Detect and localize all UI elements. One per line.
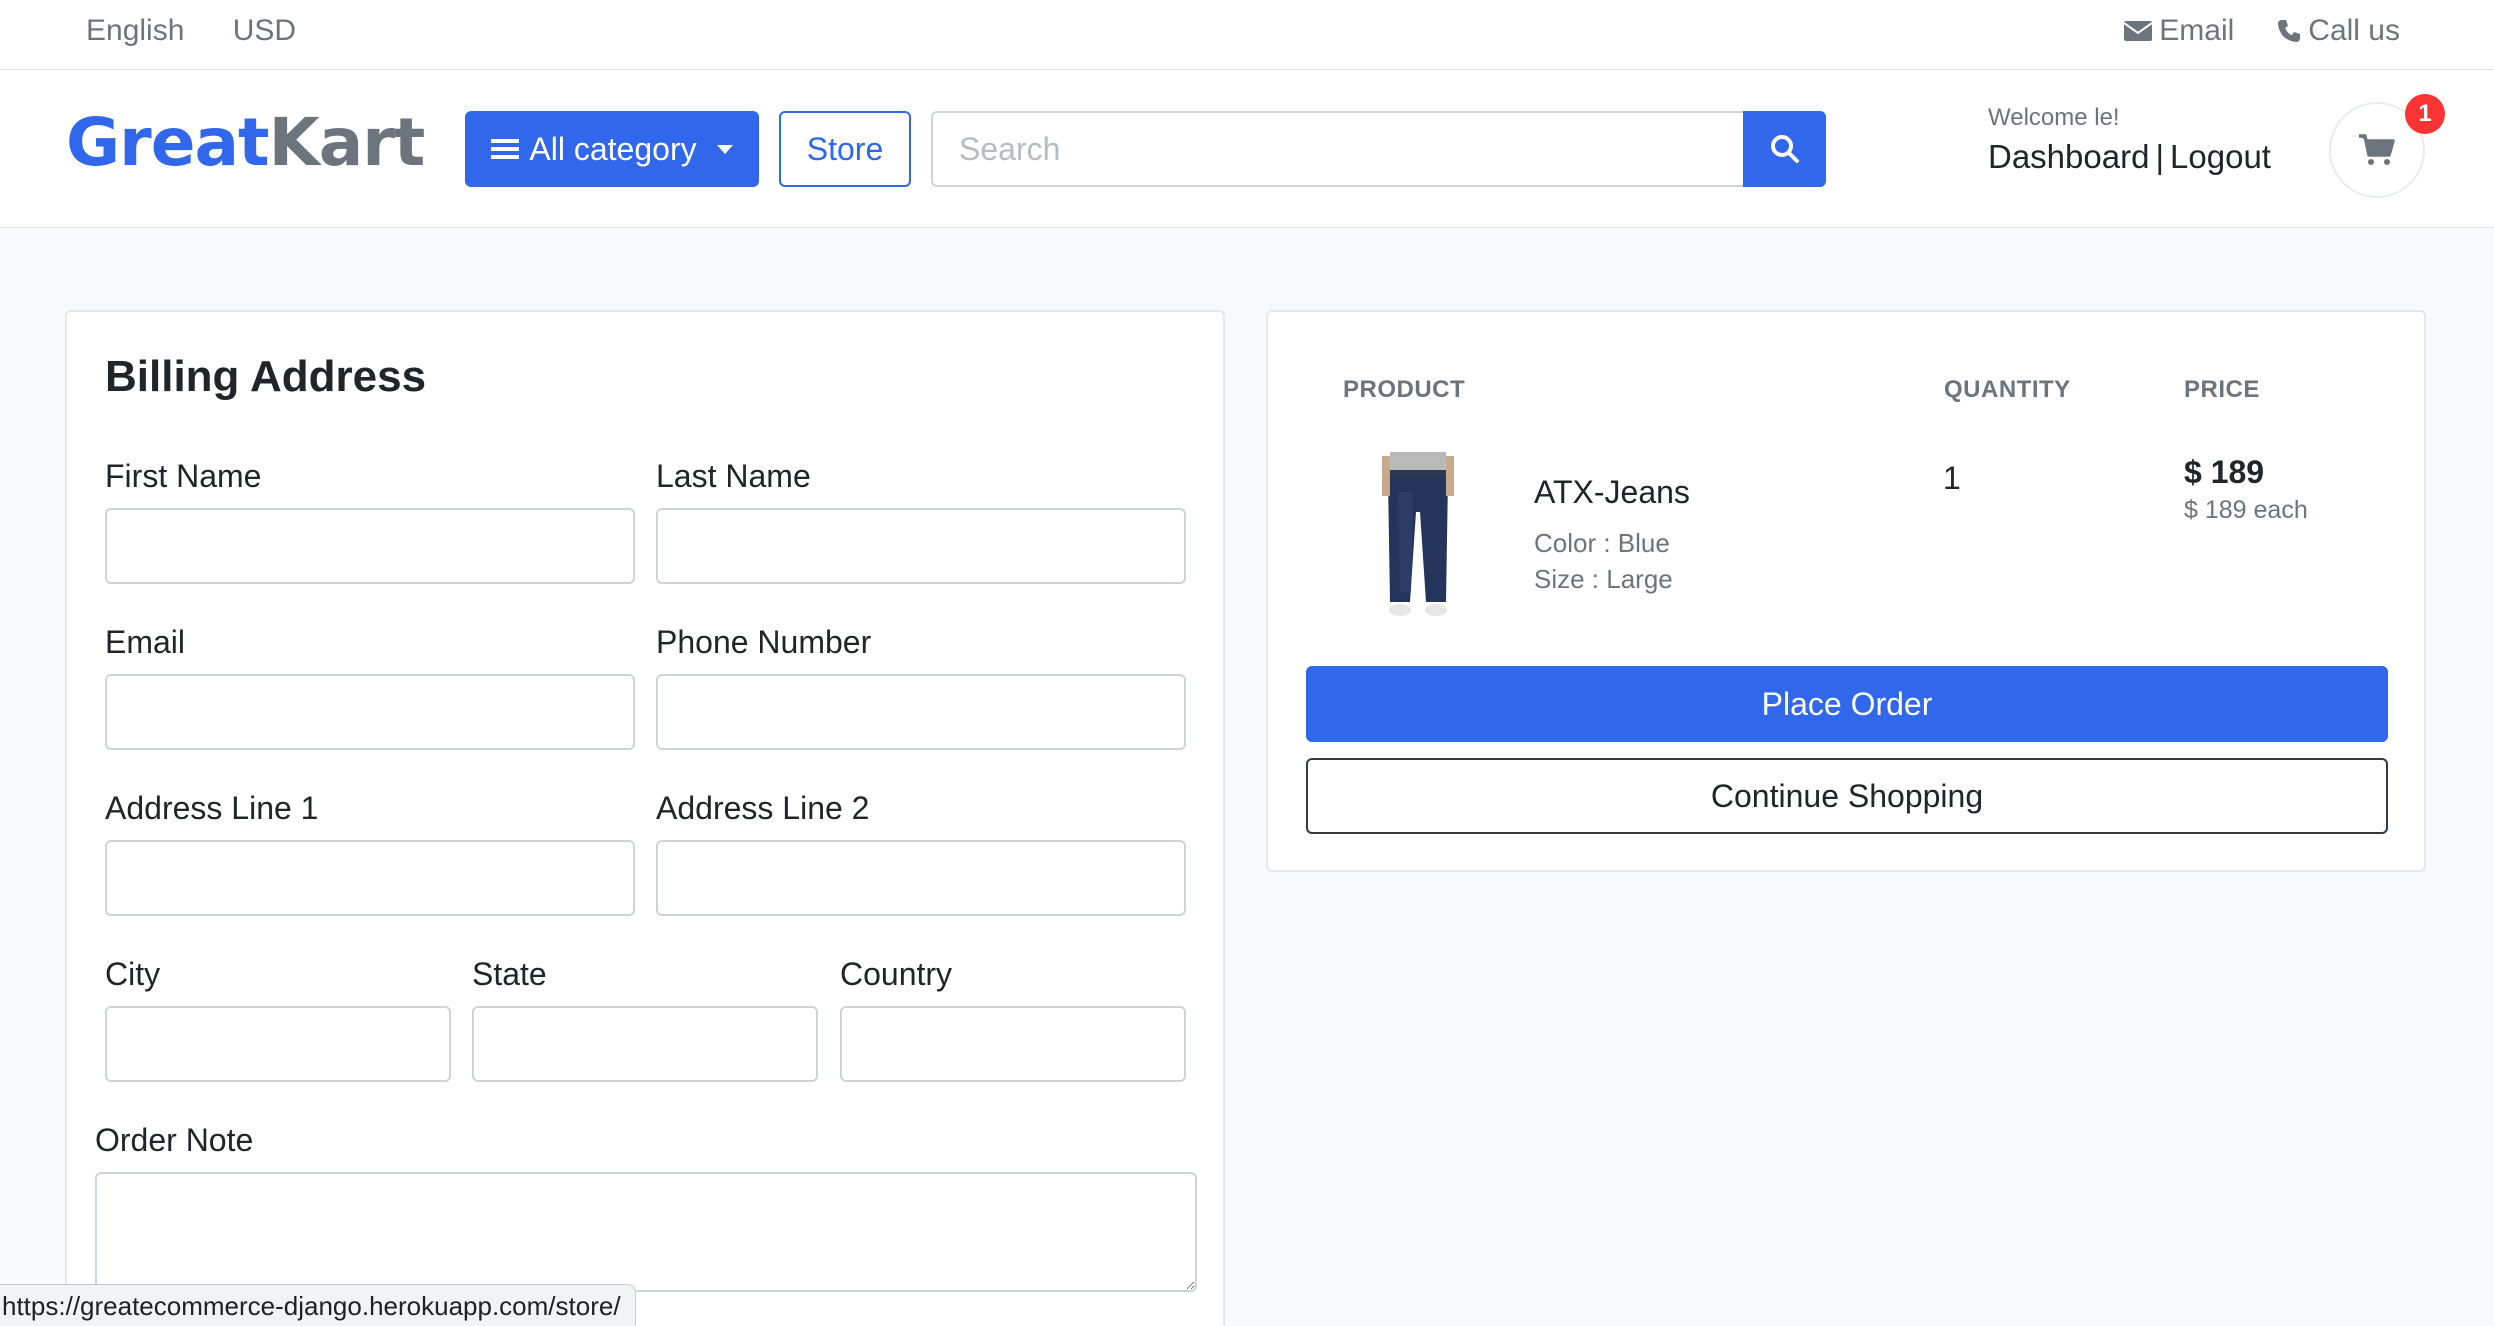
column-header-price: PRICE (2184, 376, 2260, 403)
product-price-each: $ 189 each (2184, 496, 2308, 524)
logo-text-kart: Kart (268, 104, 426, 181)
shopping-cart-icon (2359, 134, 2395, 165)
brand-logo[interactable]: GreatKart (66, 110, 425, 176)
envelope-icon (2123, 21, 2153, 41)
main-header: GreatKart All category Store Welcome le!… (0, 70, 2494, 228)
country-field[interactable] (840, 1006, 1186, 1082)
place-order-button[interactable]: Place Order (1306, 666, 2388, 742)
top-bar: English USD Email Call us (0, 0, 2494, 70)
state-label: State (472, 956, 547, 992)
last-name-field[interactable] (656, 508, 1186, 584)
search-input[interactable] (931, 111, 1744, 187)
billing-title: Billing Address (105, 352, 427, 401)
search-button[interactable] (1743, 111, 1826, 187)
locale-selectors: English USD (86, 14, 336, 48)
city-field[interactable] (105, 1006, 451, 1082)
email-label: Email (2159, 14, 2235, 47)
email-label: Email (105, 624, 186, 660)
product-price: $ 189 (2184, 454, 2265, 490)
first-name-label: First Name (105, 458, 262, 494)
welcome-text: Welcome le! (1988, 104, 2120, 131)
product-size: Size : Large (1534, 564, 1673, 594)
search-icon (1770, 135, 1799, 163)
dashboard-link[interactable]: Dashboard (1988, 138, 2149, 175)
address-line-1-label: Address Line 1 (105, 790, 319, 826)
state-field[interactable] (472, 1006, 818, 1082)
call-label: Call us (2308, 14, 2400, 47)
phone-label: Phone Number (656, 624, 872, 660)
call-link[interactable]: Call us (2276, 14, 2400, 48)
logo-text-great: Great (66, 104, 270, 181)
contact-links: Email Call us (2123, 14, 2400, 48)
account-separator: | (2155, 138, 2165, 175)
email-link[interactable]: Email (2123, 14, 2234, 48)
product-color: Color : Blue (1534, 528, 1670, 558)
column-header-product: PRODUCT (1343, 376, 1466, 403)
all-category-label: All category (529, 130, 697, 167)
product-name[interactable]: ATX-Jeans (1534, 474, 1690, 511)
order-note-label: Order Note (95, 1122, 254, 1158)
logout-link[interactable]: Logout (2170, 138, 2271, 175)
all-category-button[interactable]: All category (465, 111, 759, 187)
continue-shopping-button[interactable]: Continue Shopping (1306, 758, 2388, 834)
account-links: Dashboard | Logout (1988, 138, 2271, 176)
product-quantity: 1 (1943, 460, 1961, 496)
order-note-field[interactable] (95, 1172, 1197, 1292)
address-line-2-field[interactable] (656, 840, 1186, 916)
status-bar-url: https://greatecommerce-django.herokuapp.… (0, 1284, 636, 1326)
first-name-field[interactable] (105, 508, 635, 584)
city-label: City (105, 956, 161, 992)
phone-icon (2278, 20, 2301, 42)
last-name-label: Last Name (656, 458, 811, 494)
address-line-1-field[interactable] (105, 840, 635, 916)
phone-field[interactable] (656, 674, 1186, 750)
menu-icon (491, 139, 520, 159)
billing-address-card: Billing Address First Name Last Name Ema… (65, 310, 1225, 1326)
store-button[interactable]: Store (779, 111, 911, 187)
caret-down-icon (716, 144, 733, 154)
product-image-jeans[interactable] (1368, 452, 1468, 622)
language-selector[interactable]: English (86, 14, 184, 47)
country-label: Country (840, 956, 953, 992)
column-header-quantity: QUANTITY (1944, 376, 2071, 403)
cart-count-badge: 1 (2405, 94, 2445, 134)
order-summary-card: PRODUCT QUANTITY PRICE ATX-Jeans Color :… (1266, 310, 2426, 872)
currency-selector[interactable]: USD (233, 14, 296, 47)
address-line-2-label: Address Line 2 (656, 790, 870, 826)
email-field[interactable] (105, 674, 635, 750)
